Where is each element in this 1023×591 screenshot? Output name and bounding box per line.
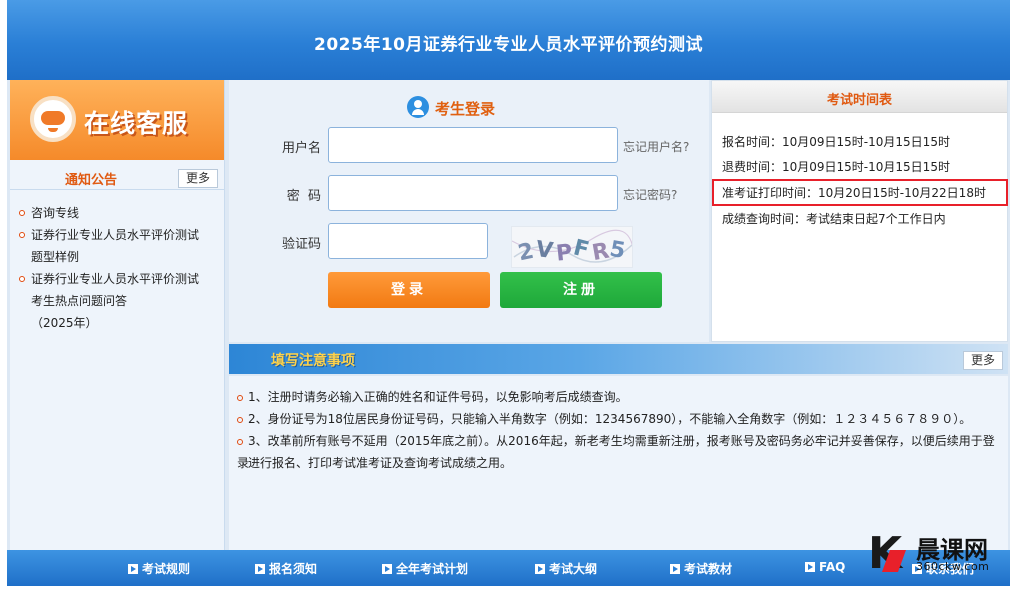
register-button[interactable]: 注册: [500, 272, 662, 308]
notice-item-label: 考生热点问题问答: [31, 294, 128, 308]
left-sidebar: 在线客服 通知公告 更多 咨询专线 证券行业专业人员水平评价测试 题型样例 证券…: [10, 80, 225, 550]
page-header: 2025年10月证券行业专业人员水平评价预约测试: [7, 0, 1010, 80]
svg-text:V: V: [534, 237, 554, 264]
schedule-row-admission-print: 准考证打印时间：10月20日15时-10月22日18时: [712, 179, 1008, 206]
footer-link-label: 全年考试计划: [396, 562, 469, 576]
note-text: 1、注册时请务必输入正确的姓名和证件号码，以免影响考后成绩查询。: [248, 390, 628, 404]
username-input[interactable]: [328, 127, 618, 163]
bullet-icon: [237, 416, 243, 423]
notice-item-label: 证券行业专业人员水平评价测试: [31, 228, 200, 242]
footer-nav: 考试规则 报名须知 全年考试计划 考试大纲 考试教材 FAQ 联系我们: [7, 550, 1010, 586]
notes-header: 填写注意事项 更多: [229, 344, 1008, 374]
footer-link-syllabus[interactable]: 考试大纲: [535, 560, 597, 577]
forgot-password-link[interactable]: 忘记密码?: [623, 186, 677, 203]
notice-item-label: （2025年）: [31, 316, 98, 330]
note-item-continuation: 进行报名、打印考试准考证及查询考试成绩之用。: [237, 452, 997, 474]
arrow-right-icon: [128, 564, 138, 574]
login-panel: 考生登录 用户名 忘记用户名? 密 码 忘记密码? 验证码 2 V P F R …: [229, 80, 709, 342]
online-service-label: 在线客服: [84, 109, 189, 138]
login-title-text: 考生登录: [435, 100, 496, 118]
arrow-right-icon: [670, 564, 680, 574]
bullet-icon: [19, 210, 25, 216]
robot-avatar-icon: [30, 96, 76, 142]
schedule-row-registration: 报名时间：10月09日15时-10月15日15时: [722, 135, 950, 149]
notice-item-label: 证券行业专业人员水平评价测试: [31, 272, 200, 286]
arrow-right-icon: [535, 564, 545, 574]
schedule-row-refund: 退费时间：10月09日15时-10月15日15时: [722, 160, 950, 174]
captcha-label: 验证码: [281, 237, 321, 252]
note-item: 1、注册时请务必输入正确的姓名和证件号码，以免影响考后成绩查询。: [237, 386, 997, 408]
svg-text:F: F: [571, 235, 592, 263]
bullet-icon: [237, 438, 243, 445]
user-icon: [407, 96, 429, 118]
footer-link-annual-plan[interactable]: 全年考试计划: [382, 560, 468, 577]
footer-link-label: 考试教材: [684, 562, 733, 576]
schedule-row-score-query: 成绩查询时间：考试结束日起7个工作日内: [722, 212, 946, 226]
forgot-username-link[interactable]: 忘记用户名?: [623, 138, 689, 155]
login-button[interactable]: 登录: [328, 272, 490, 308]
note-text: 2、身份证号为18位居民身份证号码，只能输入半角数字（例如：1234567890…: [248, 412, 972, 426]
bullet-icon: [237, 394, 243, 401]
exam-schedule-panel: 考试时间表 报名时间：10月09日15时-10月15日15时 退费时间：10月0…: [711, 80, 1008, 342]
footer-link-label: FAQ: [819, 560, 846, 574]
captcha-graphic: 2 V P F R 5: [512, 229, 632, 267]
notice-title: 通知公告: [65, 173, 118, 188]
arrow-right-icon: [805, 562, 815, 572]
footer-link-faq[interactable]: FAQ: [805, 560, 845, 574]
schedule-title: 考试时间表: [826, 93, 892, 108]
notice-item-label: 题型样例: [31, 250, 80, 264]
watermark-url: 360ckw.com: [916, 560, 990, 573]
password-label: 密 码: [286, 189, 321, 204]
notice-header: 通知公告 更多: [10, 164, 224, 190]
username-label: 用户名: [281, 141, 321, 156]
notice-item-label: 咨询专线: [31, 206, 80, 220]
svg-text:2: 2: [516, 239, 536, 267]
captcha-input[interactable]: [328, 223, 488, 259]
schedule-header: 考试时间表: [712, 81, 1007, 113]
arrow-right-icon: [382, 564, 392, 574]
svg-text:5: 5: [608, 237, 627, 264]
notice-item-faq[interactable]: 证券行业专业人员水平评价测试 考生热点问题问答 （2025年）: [18, 268, 218, 334]
notice-list: 咨询专线 证券行业专业人员水平评价测试 题型样例 证券行业专业人员水平评价测试 …: [18, 202, 218, 334]
notice-more-button[interactable]: 更多: [178, 169, 219, 188]
online-service-banner[interactable]: 在线客服: [10, 80, 224, 160]
footer-link-label: 考试大纲: [549, 562, 598, 576]
svg-text:R: R: [590, 239, 611, 267]
captcha-image[interactable]: 2 V P F R 5: [511, 226, 633, 268]
bullet-icon: [19, 276, 25, 282]
bullet-icon: [19, 232, 25, 238]
footer-link-textbooks[interactable]: 考试教材: [670, 560, 732, 577]
footer-link-exam-rules[interactable]: 考试规则: [128, 560, 190, 577]
notes-body: 1、注册时请务必输入正确的姓名和证件号码，以免影响考后成绩查询。 2、身份证号为…: [229, 376, 1008, 550]
notice-item-hotline[interactable]: 咨询专线: [18, 202, 218, 224]
footer-link-label: 考试规则: [142, 562, 191, 576]
note-text: 进行报名、打印考试准考证及查询考试成绩之用。: [248, 456, 513, 470]
svg-text:P: P: [555, 240, 574, 267]
footer-link-label: 报名须知: [269, 562, 318, 576]
site-watermark: K 晨课网 360ckw.com: [868, 528, 1018, 580]
page-title: 2025年10月证券行业专业人员水平评价预约测试: [314, 35, 703, 55]
notes-more-button[interactable]: 更多: [963, 351, 1004, 370]
notes-title: 填写注意事项: [271, 353, 355, 369]
footer-link-registration-notice[interactable]: 报名须知: [255, 560, 317, 577]
note-item: 2、身份证号为18位居民身份证号码，只能输入半角数字（例如：1234567890…: [237, 408, 997, 430]
arrow-right-icon: [255, 564, 265, 574]
password-input[interactable]: [328, 175, 618, 211]
notice-item-sample[interactable]: 证券行业专业人员水平评价测试 题型样例: [18, 224, 218, 268]
